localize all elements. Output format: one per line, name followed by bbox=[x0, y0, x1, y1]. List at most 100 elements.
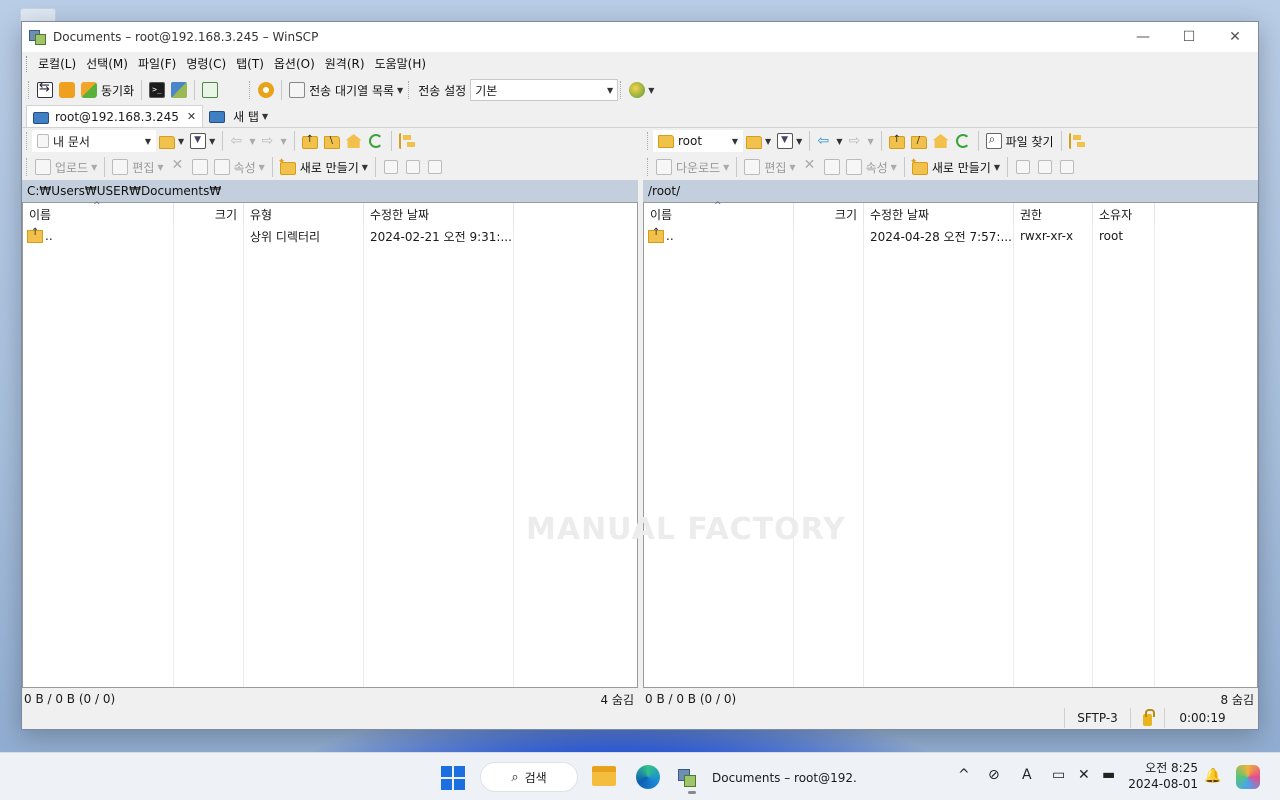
remote-filter-select-button[interactable] bbox=[1056, 156, 1078, 178]
input-method-icon[interactable]: A bbox=[1022, 767, 1032, 783]
queue-list-button[interactable]: 전송 대기열 목록 ▼ bbox=[286, 79, 406, 101]
close-button[interactable]: ✕ bbox=[1212, 22, 1258, 52]
remote-tree-button[interactable] bbox=[1066, 130, 1088, 152]
remote-select-all-button[interactable] bbox=[1012, 156, 1034, 178]
remote-location-select[interactable]: root ▼ bbox=[653, 130, 743, 152]
chevron-up-icon[interactable]: ^ bbox=[958, 767, 970, 783]
remote-parent-directory-button[interactable] bbox=[886, 130, 908, 152]
table-row[interactable]: .. 2024-04-28 오전 7:57:... rwxr-xr-x root bbox=[644, 225, 1257, 247]
edge-icon[interactable] bbox=[636, 765, 660, 789]
local-forward-button[interactable]: ⇨ ▼ bbox=[258, 130, 289, 152]
close-tab-icon[interactable]: ✕ bbox=[187, 110, 196, 123]
network-off-icon[interactable]: ⊘ bbox=[988, 767, 1000, 783]
local-hidden-count[interactable]: 4 숨김 bbox=[600, 691, 634, 708]
battery-icon[interactable]: ▬ bbox=[1102, 767, 1115, 783]
menu-commands[interactable]: 명령(C) bbox=[181, 53, 231, 75]
local-path-bar[interactable]: C:₩Users₩USER₩Documents₩ bbox=[22, 180, 638, 202]
tab-session[interactable]: root@192.168.3.245 ✕ bbox=[26, 105, 204, 127]
refresh-session-button[interactable] bbox=[199, 79, 221, 101]
local-home-button[interactable] bbox=[343, 130, 365, 152]
transfer-preset-select[interactable]: 기본 ▼ bbox=[470, 79, 619, 101]
remote-properties-button[interactable]: 속성 ▼ bbox=[843, 156, 900, 178]
col-size[interactable]: 크기 bbox=[794, 203, 864, 225]
parent-folder-icon bbox=[301, 134, 318, 149]
remote-home-button[interactable] bbox=[930, 130, 952, 152]
remote-hidden-count[interactable]: 8 숨김 bbox=[1220, 691, 1254, 708]
remote-filter-button[interactable]: ▼ bbox=[774, 130, 805, 152]
local-properties-button[interactable]: 속성 ▼ bbox=[211, 156, 268, 178]
menu-help[interactable]: 도움말(H) bbox=[370, 53, 432, 75]
column-lines bbox=[644, 225, 1257, 687]
chevron-down-icon: ▼ bbox=[178, 136, 185, 146]
remote-rename-button[interactable] bbox=[821, 156, 843, 178]
chevron-down-icon: ▼ bbox=[723, 162, 730, 172]
remote-new-button[interactable]: 새로 만들기▼ bbox=[909, 156, 1003, 178]
remote-edit-button[interactable]: 편집 ▼ bbox=[741, 156, 798, 178]
local-tree-button[interactable] bbox=[396, 130, 418, 152]
start-button[interactable] bbox=[441, 766, 465, 790]
col-size[interactable]: 크기 bbox=[174, 203, 244, 225]
menu-files[interactable]: 파일(F) bbox=[133, 53, 181, 75]
col-name[interactable]: 이름 ^ bbox=[23, 201, 174, 225]
file-explorer-icon[interactable] bbox=[592, 766, 616, 786]
tab-new[interactable]: 새 탭 ▼ bbox=[203, 105, 274, 127]
local-refresh-button[interactable] bbox=[365, 130, 387, 152]
local-file-list[interactable]: 이름 ^ 크기 유형 수정한 날짜 .. 상위 디렉터리 2024-02-21 오… bbox=[22, 201, 638, 688]
col-modified[interactable]: 수정한 날짜 bbox=[864, 203, 1014, 225]
remote-refresh-button[interactable] bbox=[952, 130, 974, 152]
volume-muted-icon[interactable]: ✕ bbox=[1078, 767, 1090, 783]
remote-back-button[interactable]: ⇦ ▼ bbox=[814, 130, 845, 152]
local-new-button[interactable]: 새로 만들기▼ bbox=[277, 156, 371, 178]
local-filter-select-button[interactable] bbox=[424, 156, 446, 178]
local-open-directory-button[interactable]: ▼ bbox=[156, 130, 187, 152]
menu-remote[interactable]: 원격(R) bbox=[320, 53, 370, 75]
col-type[interactable]: 유형 bbox=[244, 203, 364, 225]
local-root-directory-button[interactable] bbox=[321, 130, 343, 152]
local-rename-button[interactable] bbox=[189, 156, 211, 178]
find-files-button[interactable]: 파일 찾기 bbox=[983, 130, 1057, 152]
remote-unselect-button[interactable] bbox=[1034, 156, 1056, 178]
keep-up-to-date-button[interactable] bbox=[56, 79, 78, 101]
compare-directories-button[interactable] bbox=[34, 79, 56, 101]
col-owner[interactable]: 소유자 bbox=[1093, 203, 1155, 225]
menu-local[interactable]: 로컬(L) bbox=[33, 53, 81, 75]
col-rights[interactable]: 권한 bbox=[1014, 203, 1093, 225]
table-row[interactable]: .. 상위 디렉터리 2024-02-21 오전 9:31:... bbox=[23, 225, 637, 247]
col-modified[interactable]: 수정한 날짜 bbox=[364, 203, 514, 225]
display-icon[interactable]: ▭ bbox=[1052, 767, 1065, 783]
remote-root-directory-button[interactable] bbox=[908, 130, 930, 152]
preferences-button[interactable] bbox=[255, 79, 277, 101]
sessions-button[interactable]: ▼ bbox=[626, 79, 657, 101]
upload-button[interactable]: 업로드 ▼ bbox=[32, 156, 100, 178]
remote-forward-button[interactable]: ⇨ ▼ bbox=[845, 130, 876, 152]
local-parent-directory-button[interactable] bbox=[299, 130, 321, 152]
taskbar-search[interactable]: ⌕ 검색 bbox=[480, 762, 578, 792]
menu-options[interactable]: 옵션(O) bbox=[269, 53, 320, 75]
download-button[interactable]: 다운로드 ▼ bbox=[653, 156, 732, 178]
taskbar-winscp-app[interactable]: Documents – root@192. bbox=[676, 761, 857, 795]
local-select-all-button[interactable] bbox=[380, 156, 402, 178]
local-unselect-button[interactable] bbox=[402, 156, 424, 178]
remote-open-directory-button[interactable]: ▼ bbox=[743, 130, 774, 152]
synchronize-button[interactable]: 동기화 bbox=[78, 79, 137, 101]
open-putty-button[interactable] bbox=[168, 79, 190, 101]
notification-bell-icon[interactable]: 🔔 bbox=[1204, 768, 1221, 784]
taskbar-clock[interactable]: 오전 8:25 2024-08-01 bbox=[1126, 760, 1198, 792]
remote-delete-button[interactable] bbox=[799, 156, 821, 178]
remote-path-bar[interactable]: /root/ bbox=[643, 180, 1258, 202]
copilot-icon[interactable] bbox=[1236, 765, 1260, 789]
menu-tabs[interactable]: 탭(T) bbox=[231, 53, 269, 75]
local-filter-button[interactable]: ▼ bbox=[187, 130, 218, 152]
local-delete-button[interactable] bbox=[167, 156, 189, 178]
local-back-button[interactable]: ⇦ ▼ bbox=[227, 130, 258, 152]
remote-file-list[interactable]: 이름^ 크기 수정한 날짜 권한 소유자 .. 2024-04-28 오전 bbox=[643, 201, 1258, 688]
new-folder-icon bbox=[278, 157, 296, 175]
open-terminal-button[interactable] bbox=[146, 79, 168, 101]
menu-mark[interactable]: 선택(M) bbox=[81, 53, 133, 75]
encryption-status[interactable] bbox=[1130, 708, 1164, 728]
local-location-select[interactable]: 내 문서 ▼ bbox=[32, 130, 156, 152]
maximize-button[interactable]: ☐ bbox=[1166, 22, 1212, 52]
minimize-button[interactable]: — bbox=[1120, 22, 1166, 52]
col-name[interactable]: 이름 ^ bbox=[644, 201, 794, 225]
local-edit-button[interactable]: 편집 ▼ bbox=[109, 156, 166, 178]
